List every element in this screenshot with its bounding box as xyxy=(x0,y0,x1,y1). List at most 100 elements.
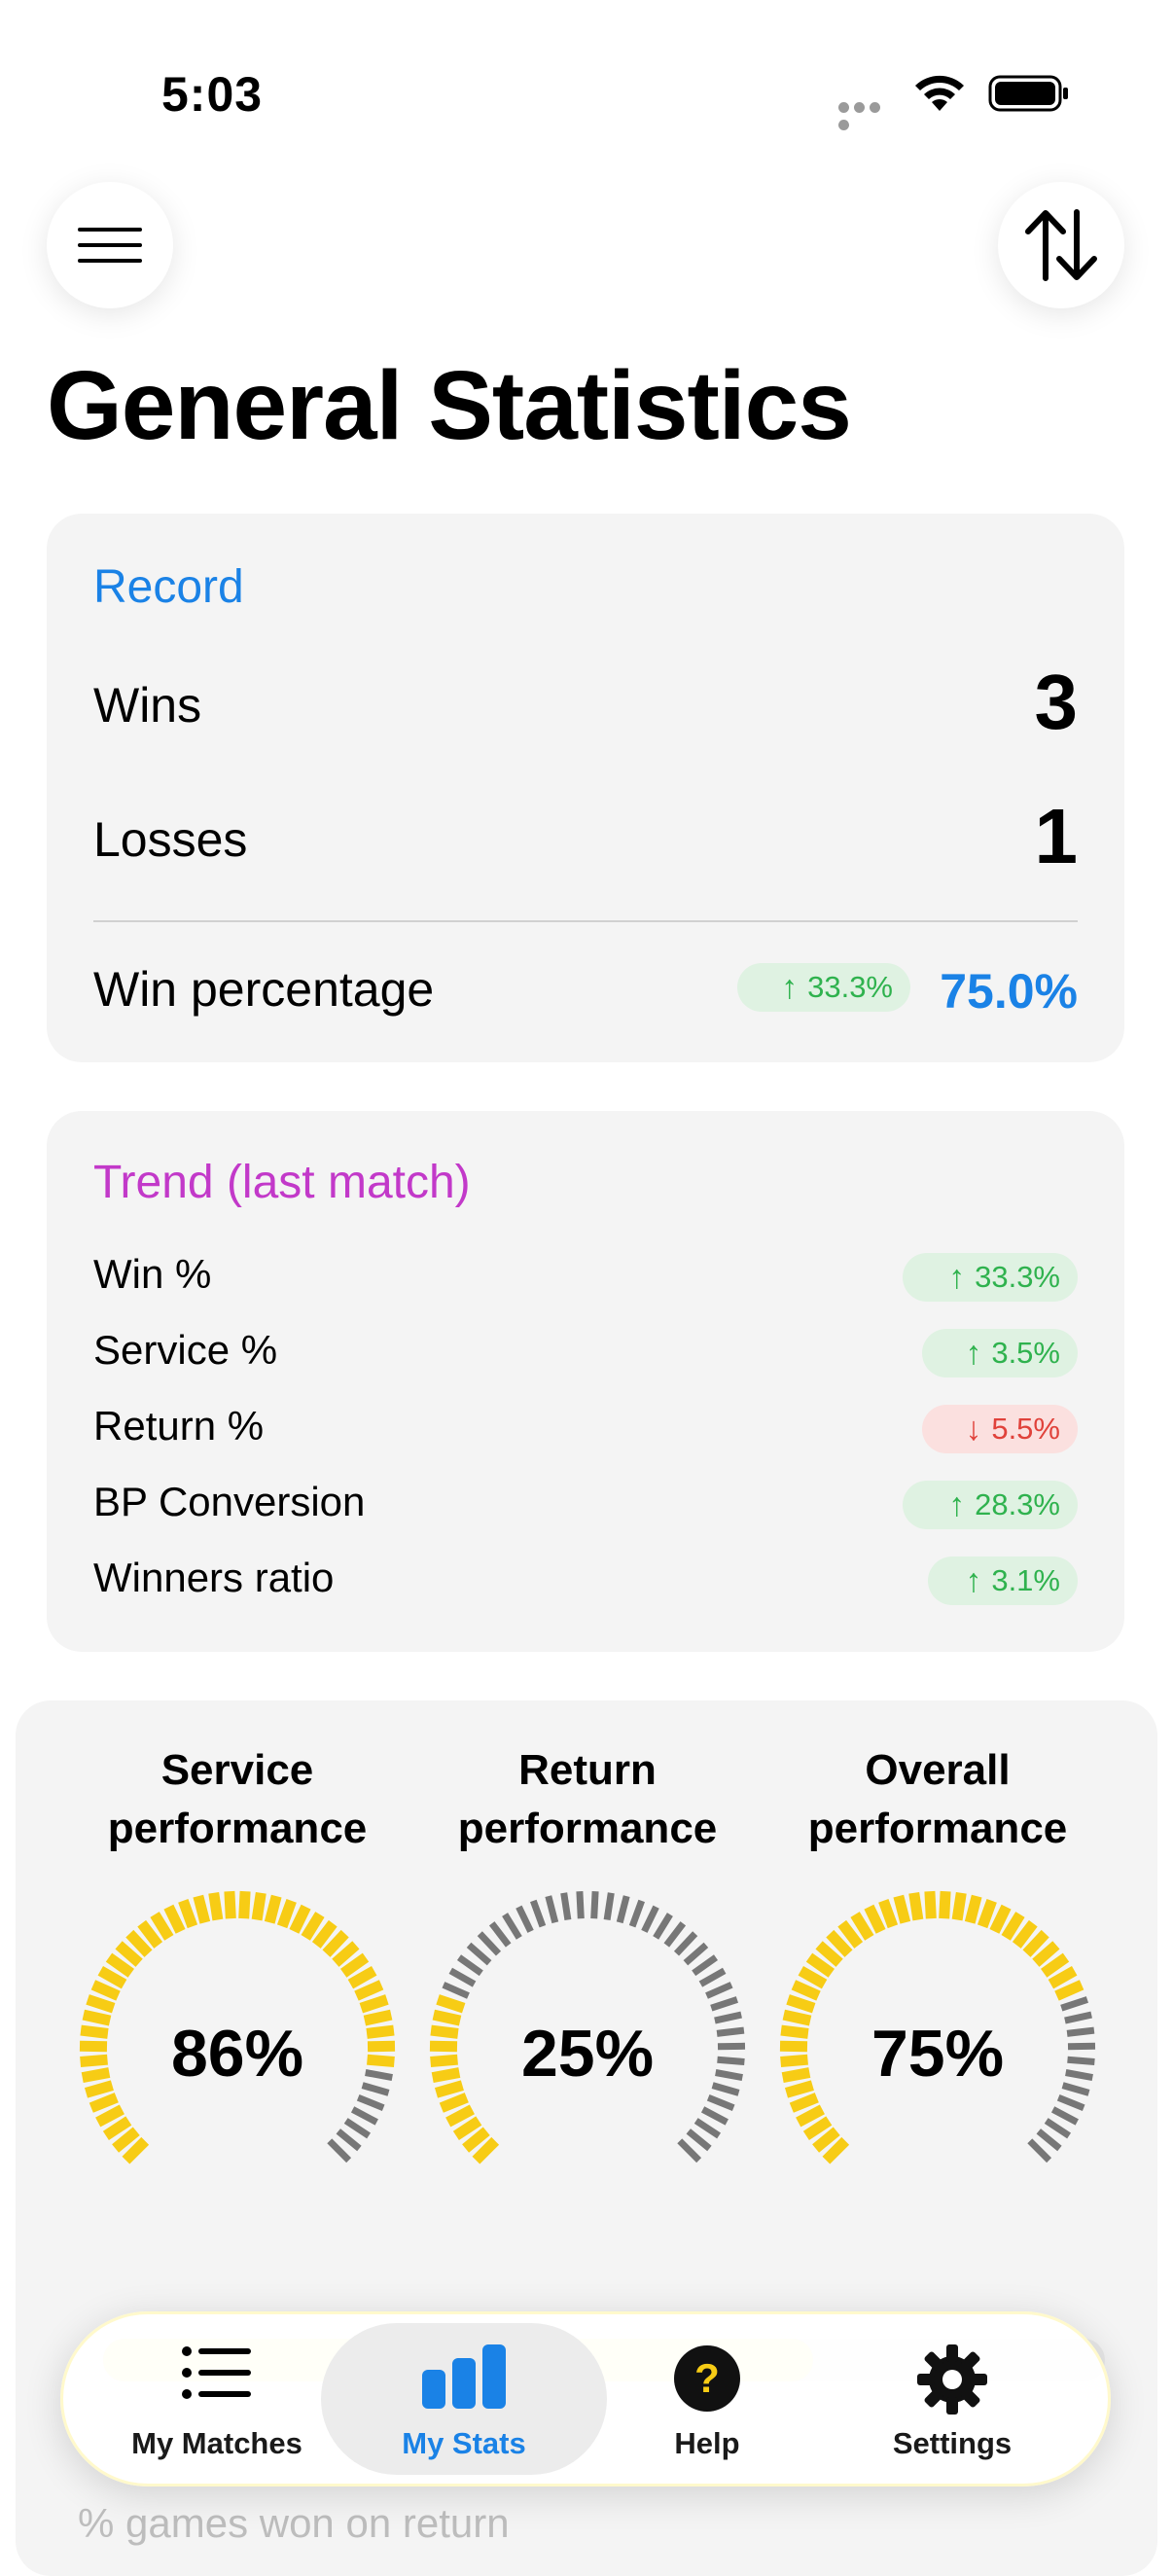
tab-help[interactable]: ? Help xyxy=(586,2311,829,2487)
gauge-label-line2: performance xyxy=(107,1805,368,1852)
gauge-segment-filled xyxy=(276,1899,297,1929)
gauge-segment-filled xyxy=(178,1899,198,1929)
gauge-label-line2: performance xyxy=(457,1805,718,1852)
overall-performance-value: 75% xyxy=(871,2017,1005,2091)
gauge-segment-empty xyxy=(515,1905,534,1933)
gauge-segment-empty xyxy=(710,1996,738,2012)
help-icon: ? xyxy=(674,2345,740,2412)
gauge-segment-empty xyxy=(686,2129,712,2152)
gauge-segment-filled xyxy=(439,2093,469,2113)
trend-change-value: 5.5% xyxy=(991,1412,1060,1446)
arrow-down-icon: ↓ xyxy=(965,1410,982,1448)
trend-row-label: Return % xyxy=(93,1403,265,1449)
gauge-segment-empty xyxy=(456,1954,483,1977)
gauge-segment-empty xyxy=(1044,2118,1072,2139)
tab-my-matches[interactable]: My Matches xyxy=(95,2311,338,2487)
battery-icon xyxy=(988,75,1068,112)
gauge-label-line1: Service xyxy=(160,1746,314,1794)
service-performance-label: Service performance xyxy=(72,1741,403,1858)
gauge-segment-empty xyxy=(448,1967,477,1987)
bar-chart-icon xyxy=(422,2344,506,2409)
gauge-segment-filled xyxy=(301,1912,325,1941)
trend-card: Trend (last match) Win % ↑ 33.3% Service… xyxy=(47,1111,1124,1652)
gauge-segment-empty xyxy=(692,1954,719,1977)
gauge-segment-filled xyxy=(445,2104,475,2128)
gauge-segment-empty xyxy=(530,1899,547,1928)
gauge-segment-empty xyxy=(628,1899,645,1928)
gauge-segment-filled xyxy=(1054,1980,1084,2001)
gauge-segment-filled xyxy=(798,1966,828,1989)
gauge-segment-empty xyxy=(683,1942,709,1966)
trend-change-badge: ↓ 5.5% xyxy=(922,1405,1078,1453)
gauge-segment-empty xyxy=(700,2106,729,2126)
gauge-segment-empty xyxy=(343,2118,372,2139)
win-percentage-change: 33.3% xyxy=(807,970,893,1004)
gauge-segment-filled xyxy=(97,1966,127,1989)
gauge-segment-empty xyxy=(616,1895,630,1924)
gauge-segment-filled xyxy=(964,1894,982,1924)
gauge-segment-empty xyxy=(641,1905,659,1933)
tab-settings[interactable]: Settings xyxy=(831,2311,1074,2487)
trend-change-value: 33.3% xyxy=(975,1260,1060,1294)
tab-label: Settings xyxy=(892,2426,1013,2460)
gauge-segment-empty xyxy=(590,1891,599,1919)
gauge-segment-filled xyxy=(89,2093,119,2113)
gauge-segment-empty xyxy=(706,2093,735,2111)
gauge-segment-empty xyxy=(442,1982,470,1999)
overall-performance-label: Overall performance xyxy=(772,1741,1103,1858)
gauge-segment-filled xyxy=(1048,1966,1078,1989)
gauge-segment-filled xyxy=(208,1891,224,1921)
trend-row-label: BP Conversion xyxy=(93,1479,366,1524)
gauge-segment-empty xyxy=(477,1931,502,1956)
tab-bar: My Matches My Stats ? Help Settings xyxy=(60,2311,1111,2487)
gauge-segment-filled xyxy=(989,1904,1012,1934)
gauge-segment-empty xyxy=(1027,2138,1052,2164)
gauge-label-line2: performance xyxy=(807,1805,1068,1852)
sort-button[interactable] xyxy=(998,182,1124,308)
gauge-segment-filled xyxy=(347,1966,377,1989)
gauge-segment-empty xyxy=(545,1895,559,1924)
gauge-segment-empty xyxy=(673,1931,698,1956)
gauge-segment-filled xyxy=(436,1994,466,2014)
trend-change-value: 3.1% xyxy=(991,1563,1060,1597)
gauge-segment-filled xyxy=(150,1912,174,1941)
trend-row-label: Service % xyxy=(93,1327,278,1373)
arrow-up-icon: ↑ xyxy=(948,1485,966,1523)
gauge-segment-filled xyxy=(850,1912,874,1941)
gauge-segment-filled xyxy=(786,1994,816,2014)
gauge-segment-filled xyxy=(354,1980,384,2001)
win-percentage-value: 75.0% xyxy=(940,964,1078,1019)
trend-change-value: 28.3% xyxy=(975,1487,1060,1521)
service-performance-value: 86% xyxy=(170,2017,304,2091)
gauge-label-line1: Overall xyxy=(865,1746,1011,1794)
svg-text:?: ? xyxy=(694,2355,720,2401)
tab-label: Help xyxy=(674,2426,740,2460)
return-performance-label: Return performance xyxy=(422,1741,753,1858)
divider xyxy=(93,920,1078,922)
losses-value: 1 xyxy=(1034,793,1079,879)
gauge-segment-empty xyxy=(693,2118,722,2139)
gauge-segment-filled xyxy=(893,1894,911,1924)
gauge-segment-filled xyxy=(1001,1912,1025,1941)
gauge-segment-empty xyxy=(502,1913,522,1940)
arrow-up-icon: ↑ xyxy=(965,1334,982,1372)
gauge-segment-filled xyxy=(924,1890,937,1919)
wins-label: Wins xyxy=(93,678,202,733)
arrow-up-icon: ↑ xyxy=(948,1258,966,1296)
menu-button[interactable] xyxy=(47,182,173,308)
gauge-segment-filled xyxy=(791,1980,821,2001)
trend-change-badge: ↑ 3.5% xyxy=(922,1329,1078,1377)
gauge-segment-empty xyxy=(1036,2129,1062,2152)
wifi-icon xyxy=(915,75,964,111)
gauge-segment-empty xyxy=(1050,2106,1079,2126)
gauge-segment-empty xyxy=(336,2129,362,2152)
gauge-segment-filled xyxy=(90,1980,121,2001)
gauge-segment-filled xyxy=(864,1904,886,1934)
gauge-segment-filled xyxy=(193,1894,211,1924)
gauge-segment-filled xyxy=(163,1904,186,1934)
gauge-segment-filled xyxy=(238,1890,251,1919)
tab-my-stats[interactable]: My Stats xyxy=(342,2311,586,2487)
gauge-segment-empty xyxy=(677,2138,702,2164)
gauge-segment-filled xyxy=(977,1899,997,1929)
gauge-segment-filled xyxy=(908,1891,924,1921)
